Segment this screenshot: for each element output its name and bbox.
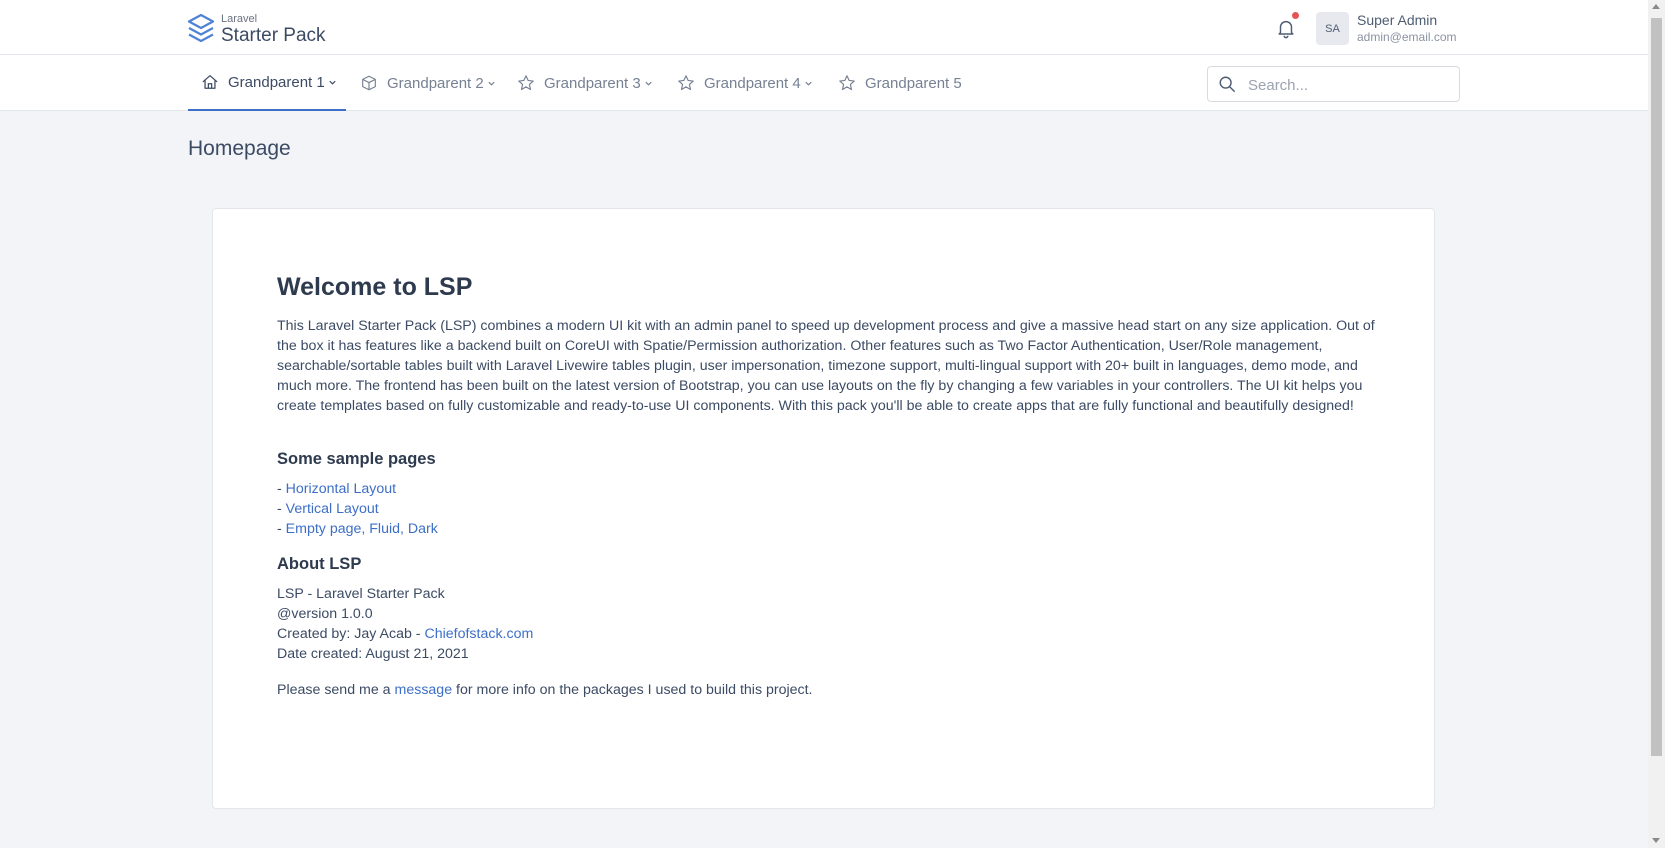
list-bullet: - — [277, 521, 286, 537]
brand-small-text: Laravel — [221, 12, 258, 25]
list-item: - Vertical Layout — [277, 499, 1377, 519]
nav-item-grandparent-5[interactable]: Grandparent 5 — [838, 55, 962, 111]
notification-indicator — [1292, 12, 1299, 19]
top-header: Laravel Starter Pack SA Super Admin admi… — [0, 0, 1648, 55]
about-heading: About LSP — [277, 555, 362, 573]
list-bullet: - — [277, 501, 286, 517]
content-card: Welcome to LSP This Laravel Starter Pack… — [212, 208, 1435, 809]
scroll-up-icon[interactable] — [1652, 4, 1660, 9]
brand-large-text: Starter Pack — [221, 24, 326, 46]
intro-paragraph: This Laravel Starter Pack (LSP) combines… — [277, 318, 1375, 414]
star-icon — [678, 75, 694, 91]
chevron-down-icon — [645, 81, 652, 86]
message-link[interactable]: message — [395, 682, 453, 698]
search-box — [1207, 66, 1460, 102]
list-bullet: - — [277, 481, 286, 497]
nav-label: Grandparent 5 — [865, 74, 962, 92]
star-icon — [518, 75, 534, 91]
welcome-heading: Welcome to LSP — [277, 273, 473, 301]
search-input[interactable] — [1246, 73, 1450, 97]
user-name[interactable]: Super Admin — [1357, 12, 1437, 28]
about-line: LSP - Laravel Starter Pack — [277, 586, 445, 602]
nav-item-grandparent-2[interactable]: Grandparent 2 — [360, 55, 496, 111]
brand-logo[interactable]: Laravel Starter Pack — [187, 12, 326, 46]
nav-label: Grandparent 4 — [704, 74, 801, 92]
list-item: - Empty page, Fluid, Dark — [277, 519, 1377, 539]
nav-label: Grandparent 3 — [544, 74, 641, 92]
nav-item-grandparent-1[interactable]: Grandparent 1 — [188, 55, 346, 111]
box-icon — [362, 75, 376, 91]
list-item: - Horizontal Layout — [277, 479, 1377, 499]
date-created-line: Date created: August 21, 2021 — [277, 646, 469, 662]
created-by-line: Created by: Jay Acab - Chiefofstack.com — [277, 624, 1377, 644]
message-paragraph: Please send me a message for more info o… — [277, 680, 1377, 700]
layers-icon — [187, 13, 215, 43]
about-details: LSP - Laravel Starter Pack @version 1.0.… — [277, 584, 1377, 664]
chevron-down-icon — [805, 81, 812, 86]
user-email: admin@email.com — [1357, 30, 1457, 44]
bell-icon[interactable] — [1275, 16, 1297, 40]
chevron-down-icon — [329, 80, 336, 85]
horizontal-layout-link[interactable]: Horizontal Layout — [286, 481, 396, 497]
scroll-down-icon[interactable] — [1652, 838, 1660, 843]
nav-label: Grandparent 1 — [228, 73, 325, 91]
search-icon — [1219, 76, 1235, 92]
message-text-before: Please send me a — [277, 682, 395, 698]
nav-item-grandparent-3[interactable]: Grandparent 3 — [517, 55, 653, 111]
star-icon — [839, 75, 855, 91]
sample-links-list: - Horizontal Layout - Vertical Layout - … — [277, 479, 1377, 539]
version-line: @version 1.0.0 — [277, 606, 373, 622]
created-by-text: Created by: Jay Acab - — [277, 626, 425, 642]
empty-page-link[interactable]: Empty page, Fluid, Dark — [286, 521, 438, 537]
page-title: Homepage — [188, 137, 291, 160]
samples-heading: Some sample pages — [277, 450, 436, 468]
scrollbar-thumb[interactable] — [1651, 18, 1662, 756]
vertical-layout-link[interactable]: Vertical Layout — [286, 501, 379, 517]
nav-label: Grandparent 2 — [387, 74, 484, 92]
author-site-link[interactable]: Chiefofstack.com — [424, 626, 533, 642]
chevron-down-icon — [488, 81, 495, 86]
avatar[interactable]: SA — [1316, 12, 1349, 45]
home-icon — [202, 75, 218, 89]
nav-item-grandparent-4[interactable]: Grandparent 4 — [677, 55, 813, 111]
message-text-after: for more info on the packages I used to … — [452, 682, 813, 698]
